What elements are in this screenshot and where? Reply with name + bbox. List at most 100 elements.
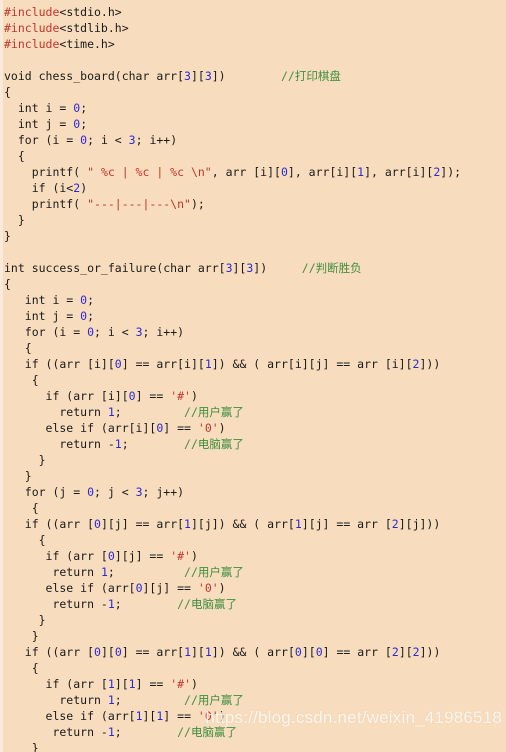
code-token-plain: ): [191, 677, 198, 691]
code-token-plain: ; i++): [135, 133, 178, 147]
code-token-cmt: //用户赢了: [184, 565, 244, 579]
code-token-plain: ][j] ==: [142, 581, 198, 595]
code-token-plain: if (i<: [4, 181, 74, 195]
code-token-plain: void chess_board(char arr[: [4, 69, 185, 83]
code-token-plain: }: [4, 613, 46, 627]
code-token-cmt: //判断胜负: [301, 261, 362, 275]
code-token-plain: for (i =: [4, 133, 81, 147]
code-token-cmt: //打印棋盘: [281, 69, 341, 83]
code-token-num: 0: [94, 517, 101, 531]
code-token-num: 3: [204, 69, 212, 83]
code-token-plain: if ((arr [: [4, 517, 95, 531]
code-token-cmt: //用户赢了: [184, 405, 244, 419]
code-token-plain: ): [190, 549, 198, 563]
code-token-plain: ][: [232, 261, 247, 275]
code-token-plain: ], arr[i][: [287, 165, 358, 179]
code-token-num: 0: [135, 581, 143, 595]
code-token-plain: );: [190, 197, 205, 211]
code-token-num: 0: [87, 325, 95, 339]
code-token-plain: printf(: [4, 197, 88, 211]
code-line: {: [0, 340, 506, 356]
code-token-plain: ][: [100, 645, 115, 659]
code-token-plain: }: [4, 741, 39, 752]
code-token-plain: ;: [114, 597, 178, 611]
code-token-plain: ] ==: [135, 389, 171, 403]
code-token-plain: int i =: [4, 293, 81, 307]
code-token-num: 1: [294, 517, 302, 531]
code-token-plain: if (arr [i][: [4, 389, 129, 403]
code-token-plain: <stdlib.h>: [59, 21, 129, 35]
code-token-num: 0: [128, 389, 136, 403]
code-token-plain: , arr [i][: [211, 165, 281, 179]
code-token-num: 1: [107, 597, 115, 611]
code-token-num: 0: [114, 357, 122, 371]
code-token-pre: #include: [4, 21, 60, 35]
code-token-plain: ;: [114, 405, 185, 419]
code-line: #include<stdlib.h>: [0, 20, 506, 36]
code-token-str: '0': [197, 581, 219, 595]
code-token-num: 0: [107, 549, 115, 563]
code-token-str: '0': [197, 421, 219, 435]
code-token-plain: ): [218, 421, 226, 435]
code-token-plain: ][: [190, 69, 205, 83]
code-token-num: 3: [225, 261, 233, 275]
code-line: int j = 0;: [0, 116, 506, 132]
code-token-plain: if ((arr [: [4, 645, 95, 659]
code-token-plain: <time.h>: [59, 37, 115, 51]
code-line: for (j = 0; j < 3; j++): [0, 484, 506, 500]
code-token-plain: ] == arr [: [322, 645, 392, 659]
code-line: else if (arr[0][j] == '0'): [0, 580, 506, 596]
code-token-num: 0: [87, 485, 95, 499]
code-token-plain: if ((arr [i][: [4, 357, 115, 371]
code-token-plain: return -: [4, 725, 108, 739]
code-line: if ((arr [0][j] == arr[1][j]) && ( arr[1…: [0, 516, 506, 532]
code-token-plain: return: [4, 405, 108, 419]
code-line: int i = 0;: [0, 100, 506, 116]
code-token-plain: int j =: [4, 117, 74, 131]
code-token-plain: ; i <: [94, 325, 136, 339]
code-token-plain: ])): [419, 357, 441, 371]
code-line: #include<stdio.h>: [0, 4, 506, 20]
code-token-plain: {: [4, 149, 25, 163]
code-token-plain: ;: [87, 309, 95, 323]
code-token-plain: ): [218, 581, 226, 595]
code-token-cmt: //电脑赢了: [184, 437, 244, 451]
code-line: for (i = 0; i < 3; i++): [0, 324, 506, 340]
code-line: void chess_board(char arr[3][3]) //打印棋盘: [0, 68, 506, 84]
code-line: for (i = 0; i < 3; i++): [0, 132, 506, 148]
code-token-plain: {: [4, 373, 39, 387]
code-token-num: 3: [135, 325, 143, 339]
code-token-plain: ][j] == arr [: [301, 517, 392, 531]
code-token-plain: ;: [107, 565, 185, 579]
code-token-str: '#': [170, 677, 191, 691]
code-token-plain: {: [4, 341, 32, 355]
code-token-num: 0: [280, 165, 288, 179]
code-token-num: 2: [412, 645, 420, 659]
code-token-num: 1: [184, 645, 191, 659]
code-token-plain: ][: [191, 645, 205, 659]
code-token-plain: ; i++): [142, 325, 185, 339]
code-token-plain: int j =: [4, 309, 81, 323]
code-line: }: [0, 612, 506, 628]
code-token-plain: ][j]) && ( arr[: [190, 517, 295, 531]
code-token-plain: int i =: [4, 101, 74, 115]
code-token-plain: ][: [398, 645, 413, 659]
code-token-plain: ][: [114, 677, 129, 691]
code-token-str: "---|---|---\n": [87, 197, 191, 211]
code-line: return 1; //用户赢了: [0, 692, 506, 708]
code-line: {: [0, 660, 506, 676]
code-token-plain: ] ==: [163, 709, 198, 723]
code-token-plain: }: [4, 629, 39, 643]
code-token-plain: int success_or_failure(char arr[: [4, 261, 226, 275]
code-token-num: 3: [184, 69, 191, 83]
code-token-num: 0: [114, 645, 122, 659]
code-token-num: 1: [107, 677, 115, 691]
code-token-plain: return: [4, 565, 101, 579]
code-editor-area[interactable]: #include<stdio.h> #include<stdlib.h> #incl…: [0, 0, 506, 752]
code-line: {: [0, 372, 506, 388]
code-line: if (arr [0][j] == '#'): [0, 548, 506, 564]
code-token-pre: #include: [4, 37, 60, 51]
code-token-plain: printf(: [4, 165, 88, 179]
code-token-num: 3: [135, 485, 143, 499]
